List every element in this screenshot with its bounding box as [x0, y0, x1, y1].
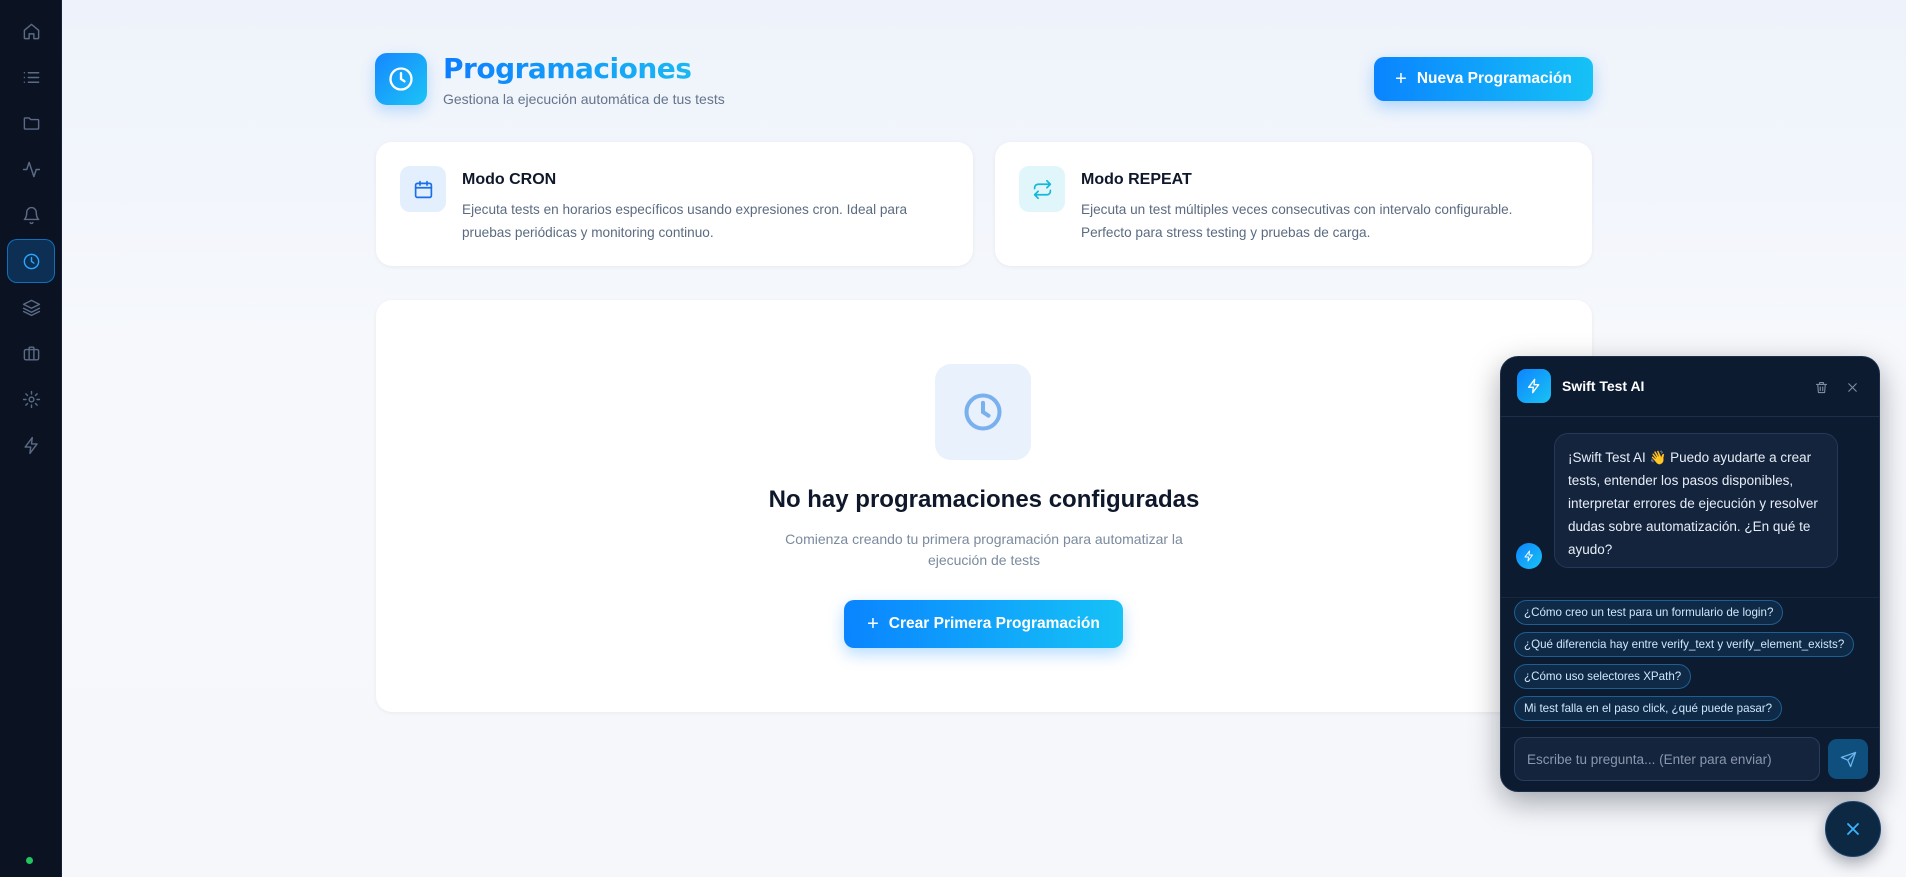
- suggestion-chip[interactable]: ¿Qué diferencia hay entre verify_text y …: [1514, 632, 1855, 657]
- plus-icon: +: [1395, 68, 1407, 90]
- activity-icon: [22, 161, 40, 177]
- sidebar-item-automation[interactable]: [7, 423, 55, 467]
- sidebar-item-schedules[interactable]: [7, 239, 55, 283]
- page-icon: [375, 53, 427, 105]
- clock-icon: [964, 393, 1002, 431]
- page-title: Programaciones: [443, 52, 692, 85]
- suggestion-chip[interactable]: ¿Cómo uso selectores XPath?: [1514, 664, 1692, 689]
- briefcase-icon: [23, 345, 39, 361]
- chat-title: Swift Test AI: [1562, 378, 1645, 394]
- new-schedule-button[interactable]: + Nueva Programación: [1374, 57, 1593, 101]
- page-subtitle: Gestiona la ejecución automática de tus …: [443, 91, 725, 107]
- zap-icon: [1524, 550, 1533, 562]
- clock-icon: [23, 253, 39, 269]
- sidebar: [0, 0, 62, 877]
- input-divider: [1501, 727, 1879, 728]
- sidebar-item-layers[interactable]: [7, 285, 55, 329]
- assistant-avatar: [1516, 543, 1542, 569]
- ai-chat-panel: Swift Test AI ¡Swift Test AI 👋 Puedo ayu…: [1500, 356, 1880, 792]
- cron-icon-box: [400, 166, 446, 212]
- repeat-icon: [1033, 179, 1051, 199]
- clear-chat-button[interactable]: [1810, 376, 1832, 398]
- trash-icon: [1815, 381, 1827, 393]
- repeat-mode-description: Ejecuta un test múltiples veces consecut…: [1081, 202, 1513, 240]
- sidebar-item-tests[interactable]: [7, 55, 55, 99]
- layers-icon: [22, 299, 40, 316]
- send-icon: [1840, 751, 1856, 767]
- assistant-message: ¡Swift Test AI 👋 Puedo ayudarte a crear …: [1554, 433, 1838, 568]
- suggestion-chip[interactable]: ¿Cómo creo un test para un formulario de…: [1514, 600, 1784, 625]
- repeat-mode-card: Modo REPEAT Ejecuta un test múltiples ve…: [995, 142, 1592, 266]
- repeat-icon-box: [1019, 166, 1065, 212]
- suggestions-divider: [1501, 597, 1879, 598]
- cron-mode-card: Modo CRON Ejecuta tests en horarios espe…: [376, 142, 973, 266]
- sidebar-item-workspace[interactable]: [7, 331, 55, 375]
- sidebar-item-settings[interactable]: [7, 377, 55, 421]
- empty-state-description: Comienza creando tu primera programación…: [785, 531, 1183, 568]
- status-indicator: [26, 857, 33, 864]
- sidebar-item-notifications[interactable]: [7, 193, 55, 237]
- chat-input[interactable]: [1514, 737, 1820, 781]
- close-icon: [1847, 823, 1859, 835]
- cron-mode-title: Modo CRON: [462, 171, 557, 188]
- repeat-mode-title: Modo REPEAT: [1081, 171, 1192, 188]
- close-chat-button[interactable]: [1841, 376, 1863, 398]
- calendar-icon: [414, 180, 432, 198]
- zap-icon: [1528, 378, 1540, 394]
- close-icon: [1847, 382, 1857, 392]
- create-first-schedule-label: Crear Primera Programación: [888, 615, 1100, 632]
- list-icon: [23, 71, 39, 83]
- settings-icon: [22, 390, 40, 408]
- cron-mode-description: Ejecuta tests en horarios específicos us…: [462, 202, 908, 240]
- chat-logo: [1517, 369, 1551, 403]
- suggestion-chip[interactable]: Mi test falla en el paso click, ¿qué pue…: [1514, 696, 1783, 721]
- home-icon: [23, 23, 39, 39]
- zap-icon: [23, 436, 38, 454]
- new-schedule-label: Nueva Programación: [1416, 70, 1572, 87]
- plus-icon: +: [867, 613, 879, 635]
- chat-toggle-button[interactable]: [1825, 801, 1881, 857]
- bell-icon: [23, 206, 39, 224]
- sidebar-item-projects[interactable]: [7, 101, 55, 145]
- sidebar-item-home[interactable]: [7, 9, 55, 53]
- clock-icon: [389, 67, 413, 91]
- empty-state-title: No hay programaciones configuradas: [768, 486, 1200, 513]
- chat-header: Swift Test AI: [1501, 357, 1879, 417]
- send-button[interactable]: [1828, 739, 1868, 779]
- sidebar-item-activity[interactable]: [7, 147, 55, 191]
- folder-icon: [23, 116, 39, 130]
- empty-state-icon-box: [935, 364, 1031, 460]
- create-first-schedule-button[interactable]: + Crear Primera Programación: [844, 600, 1123, 648]
